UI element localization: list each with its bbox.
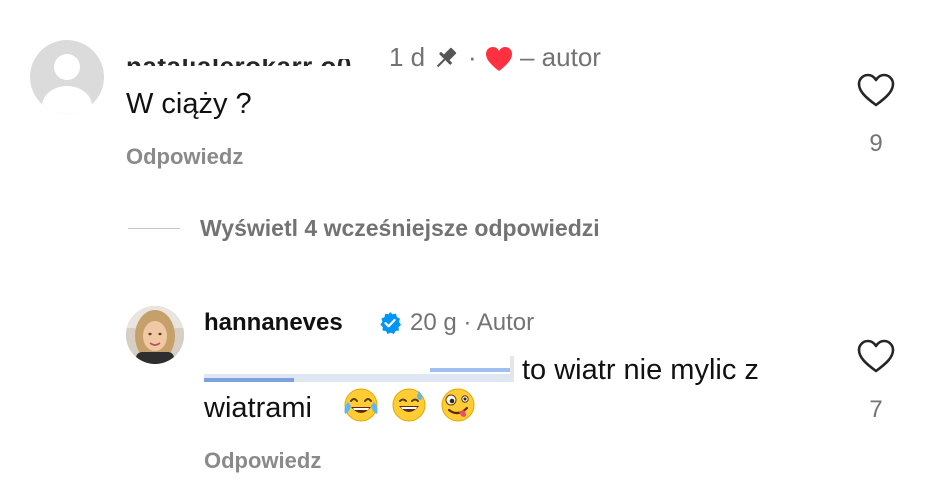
avatar-head-shape [54, 54, 80, 80]
like-heart-icon[interactable] [856, 72, 896, 108]
comment-username-obscured[interactable]: natalialerokarr o0. [126, 46, 370, 66]
view-previous-replies-button[interactable]: Wyświetl 4 wcześniejsze odpowiedzi [200, 214, 600, 242]
like-count: 9 [869, 130, 883, 157]
user-avatar[interactable] [126, 306, 184, 364]
like-heart-icon[interactable] [856, 338, 896, 374]
reply-text-line2: wiatrami [204, 392, 312, 424]
verified-badge-icon [380, 312, 401, 334]
obscured-strip [510, 356, 514, 378]
comment-text: W ciąży ? [126, 88, 252, 120]
avatar-body-shape [42, 86, 92, 114]
author-liked-label: – autor [520, 42, 601, 72]
emoji-row [342, 386, 483, 426]
default-avatar[interactable] [30, 40, 104, 114]
reply-time-and-author: 20 g · Autor [410, 309, 535, 336]
username-cutoff-mask [126, 46, 370, 59]
mention-obscured [204, 354, 516, 382]
obscured-strip [430, 368, 514, 372]
reply-button[interactable]: Odpowiedz [126, 144, 243, 170]
grinning-face-with-sweat-icon [392, 388, 426, 422]
author-liked-heart-icon [486, 47, 512, 71]
reply-button[interactable]: Odpowiedz [204, 448, 321, 474]
avatar-photo-graphic [126, 306, 184, 364]
reply-text-line1: to wiatr nie mylic z [522, 354, 759, 386]
view-more-divider [128, 228, 180, 229]
comment-time: 1 d [389, 42, 426, 72]
obscured-strip [204, 378, 294, 382]
meta-separator: · [468, 42, 477, 72]
pin-icon [436, 47, 457, 68]
zany-face-icon [441, 388, 475, 422]
reply-username[interactable]: hannaneves [204, 308, 343, 338]
like-count: 7 [869, 396, 883, 423]
face-with-tears-of-joy-icon [344, 388, 378, 422]
